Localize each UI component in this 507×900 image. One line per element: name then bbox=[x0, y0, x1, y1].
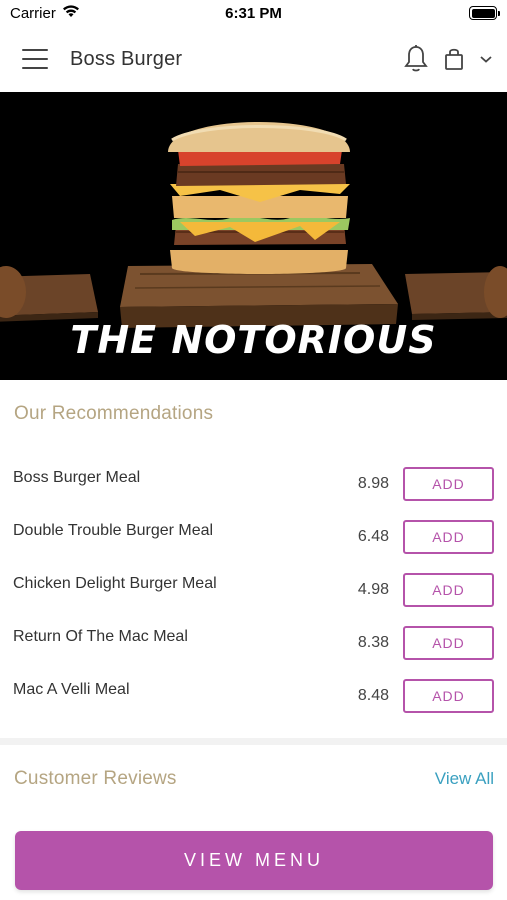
recommendations-title: Our Recommendations bbox=[14, 403, 214, 424]
add-button[interactable]: ADD bbox=[403, 678, 494, 713]
hero-title: THE NOTORIOUS bbox=[70, 318, 437, 362]
restaurant-title: Boss Burger bbox=[70, 47, 183, 70]
bell-icon[interactable] bbox=[403, 44, 429, 74]
item-name: Return Of The Mac Meal bbox=[13, 627, 188, 645]
list-item: Double Trouble Burger Meal 6.48 ADD bbox=[0, 510, 507, 563]
list-item: Boss Burger Meal 8.98 ADD bbox=[0, 457, 507, 510]
item-price: 8.48 bbox=[357, 686, 389, 704]
list-item: Chicken Delight Burger Meal 4.98 ADD bbox=[0, 563, 507, 616]
battery-icon bbox=[469, 6, 500, 20]
app-header: Boss Burger bbox=[0, 26, 507, 92]
view-all-link[interactable]: View All bbox=[435, 769, 494, 789]
add-button[interactable]: ADD bbox=[403, 466, 494, 501]
menu-icon[interactable] bbox=[22, 49, 48, 69]
add-button[interactable]: ADD bbox=[403, 572, 494, 607]
item-name: Chicken Delight Burger Meal bbox=[13, 574, 217, 592]
header-actions bbox=[403, 44, 493, 74]
recommendations-list: Boss Burger Meal 8.98 ADD Double Trouble… bbox=[0, 457, 507, 722]
item-name: Boss Burger Meal bbox=[13, 468, 141, 486]
item-price: 6.48 bbox=[357, 527, 389, 545]
reviews-title: Customer Reviews bbox=[14, 768, 177, 789]
list-item: Mac A Velli Meal 8.48 ADD bbox=[0, 669, 507, 722]
list-item: Return Of The Mac Meal 8.38 ADD bbox=[0, 616, 507, 669]
add-button[interactable]: ADD bbox=[403, 625, 494, 660]
hero-banner: THE NOTORIOUS bbox=[0, 92, 507, 380]
item-name: Double Trouble Burger Meal bbox=[13, 521, 214, 539]
section-divider bbox=[0, 738, 507, 745]
status-bar: Carrier 6:31 PM bbox=[0, 0, 507, 26]
status-left: Carrier bbox=[10, 4, 80, 22]
item-price: 8.98 bbox=[357, 474, 389, 492]
item-name: Mac A Velli Meal bbox=[13, 680, 130, 698]
chevron-down-icon[interactable] bbox=[479, 54, 493, 64]
view-menu-button[interactable]: VIEW MENU bbox=[15, 831, 493, 890]
item-price: 4.98 bbox=[357, 580, 389, 598]
carrier-label: Carrier bbox=[10, 4, 56, 22]
add-button[interactable]: ADD bbox=[403, 519, 494, 554]
item-price: 8.38 bbox=[357, 633, 389, 651]
wifi-icon bbox=[62, 4, 80, 22]
shopping-bag-icon[interactable] bbox=[443, 47, 465, 71]
